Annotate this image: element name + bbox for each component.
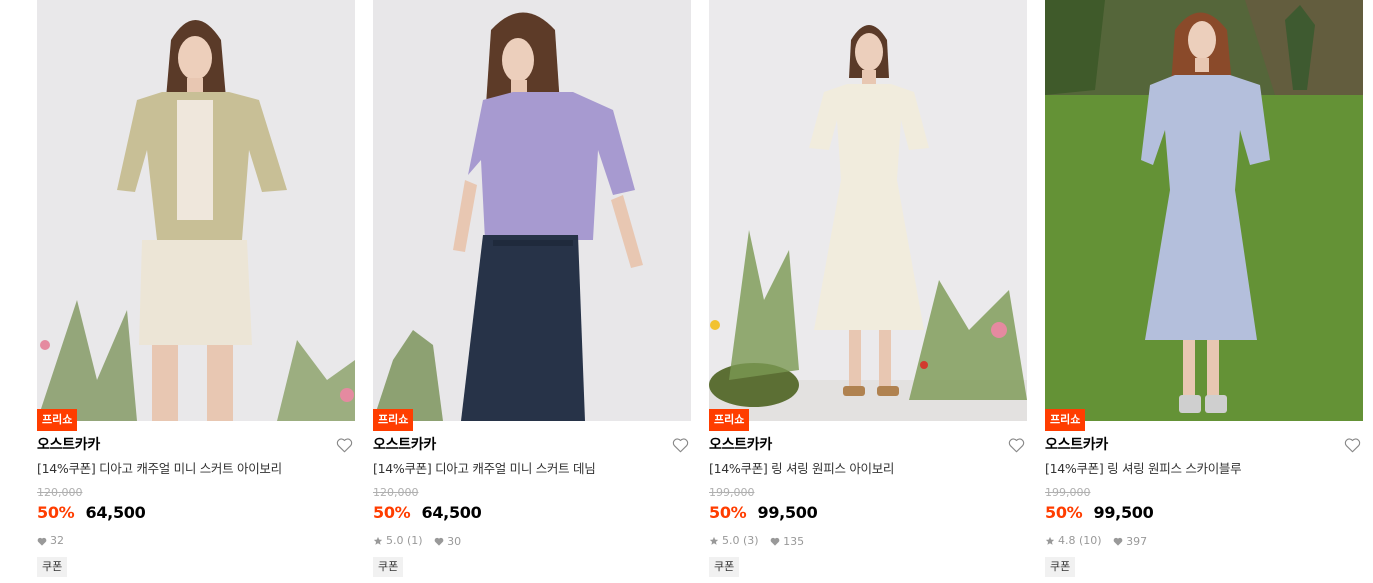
brand-name[interactable]: 오스트카카	[373, 436, 436, 454]
live-show-badge: 프리쇼	[373, 409, 414, 431]
product-image[interactable]	[37, 0, 355, 421]
sale-price: 99,500	[1093, 503, 1154, 522]
product-photo	[709, 0, 1027, 421]
coupon-tag: 쿠폰	[373, 557, 404, 577]
discount-rate: 50%	[373, 503, 411, 522]
likes: 135	[770, 534, 804, 550]
like-count: 32	[50, 534, 64, 547]
product-card[interactable]: 프리쇼 오스트카카 [14%쿠폰] 링 셔링 원피스 스카이블루 199,000…	[1045, 0, 1363, 583]
star-icon	[373, 536, 383, 545]
brand-name[interactable]: 오스트카카	[37, 436, 100, 454]
heart-outline-icon[interactable]	[672, 437, 689, 453]
original-price: 199,000	[1045, 486, 1091, 499]
review-count: (3)	[743, 534, 759, 547]
price-row: 50% 64,500	[373, 503, 482, 525]
rating-score: 5.0	[722, 534, 740, 547]
heart-filled-icon	[434, 537, 444, 546]
rating-score: 4.8	[1058, 534, 1076, 547]
live-show-badge: 프리쇼	[1045, 409, 1086, 431]
product-meta: 32	[37, 533, 72, 549]
rating-score: 5.0	[386, 534, 404, 547]
discount-rate: 50%	[37, 503, 75, 522]
coupon-tag: 쿠폰	[709, 557, 740, 577]
product-image[interactable]	[373, 0, 691, 421]
discount-rate: 50%	[709, 503, 747, 522]
original-price: 199,000	[709, 486, 755, 499]
heart-outline-icon[interactable]	[1008, 437, 1025, 453]
original-price: 120,000	[37, 486, 83, 499]
product-title[interactable]: [14%쿠폰] 디아고 캐주얼 미니 스커트 아이보리	[37, 460, 282, 478]
heart-filled-icon	[1113, 537, 1123, 546]
product-card[interactable]: 프리쇼 오스트카카 [14%쿠폰] 디아고 캐주얼 미니 스커트 아이보리 12…	[37, 0, 355, 583]
price-row: 50% 64,500	[37, 503, 146, 525]
product-meta: 4.8 (10) 397	[1045, 533, 1155, 549]
product-title[interactable]: [14%쿠폰] 디아고 캐주얼 미니 스커트 데님	[373, 460, 596, 478]
likes: 397	[1113, 534, 1147, 550]
price-row: 50% 99,500	[709, 503, 818, 525]
likes: 32	[37, 533, 64, 549]
review-count: (1)	[407, 534, 423, 547]
heart-filled-icon	[770, 537, 780, 546]
rating: 5.0 (1)	[373, 533, 423, 549]
original-price: 120,000	[373, 486, 419, 499]
like-count: 397	[1126, 534, 1148, 548]
likes: 30	[434, 534, 461, 550]
product-grid: 프리쇼 오스트카카 [14%쿠폰] 디아고 캐주얼 미니 스커트 아이보리 12…	[0, 0, 1373, 583]
star-icon	[1045, 536, 1055, 545]
product-image[interactable]	[709, 0, 1027, 421]
review-count: (10)	[1079, 534, 1102, 547]
product-photo	[373, 0, 691, 421]
like-count: 30	[447, 534, 462, 548]
heart-filled-icon	[37, 537, 47, 546]
brand-name[interactable]: 오스트카카	[709, 436, 772, 454]
rating: 4.8 (10)	[1045, 533, 1102, 549]
heart-outline-icon[interactable]	[336, 437, 353, 453]
like-count: 135	[783, 534, 805, 548]
discount-rate: 50%	[1045, 503, 1083, 522]
coupon-tag: 쿠폰	[1045, 557, 1076, 577]
price-row: 50% 99,500	[1045, 503, 1154, 525]
sale-price: 64,500	[85, 503, 146, 522]
product-photo	[37, 0, 355, 421]
coupon-tag: 쿠폰	[37, 557, 68, 577]
sale-price: 99,500	[757, 503, 818, 522]
rating: 5.0 (3)	[709, 533, 759, 549]
product-card[interactable]: 프리쇼 오스트카카 [14%쿠폰] 디아고 캐주얼 미니 스커트 데님 120,…	[373, 0, 691, 583]
product-card[interactable]: 프리쇼 오스트카카 [14%쿠폰] 링 셔링 원피스 아이보리 199,000 …	[709, 0, 1027, 583]
product-photo	[1045, 0, 1363, 421]
product-title[interactable]: [14%쿠폰] 링 셔링 원피스 스카이블루	[1045, 460, 1242, 478]
live-show-badge: 프리쇼	[37, 409, 78, 431]
product-meta: 5.0 (3) 135	[709, 533, 812, 549]
live-show-badge: 프리쇼	[709, 409, 750, 431]
brand-name[interactable]: 오스트카카	[1045, 436, 1108, 454]
sale-price: 64,500	[421, 503, 482, 522]
star-icon	[709, 536, 719, 545]
product-image[interactable]	[1045, 0, 1363, 421]
heart-outline-icon[interactable]	[1344, 437, 1361, 453]
product-title[interactable]: [14%쿠폰] 링 셔링 원피스 아이보리	[709, 460, 894, 478]
product-meta: 5.0 (1) 30	[373, 533, 469, 549]
